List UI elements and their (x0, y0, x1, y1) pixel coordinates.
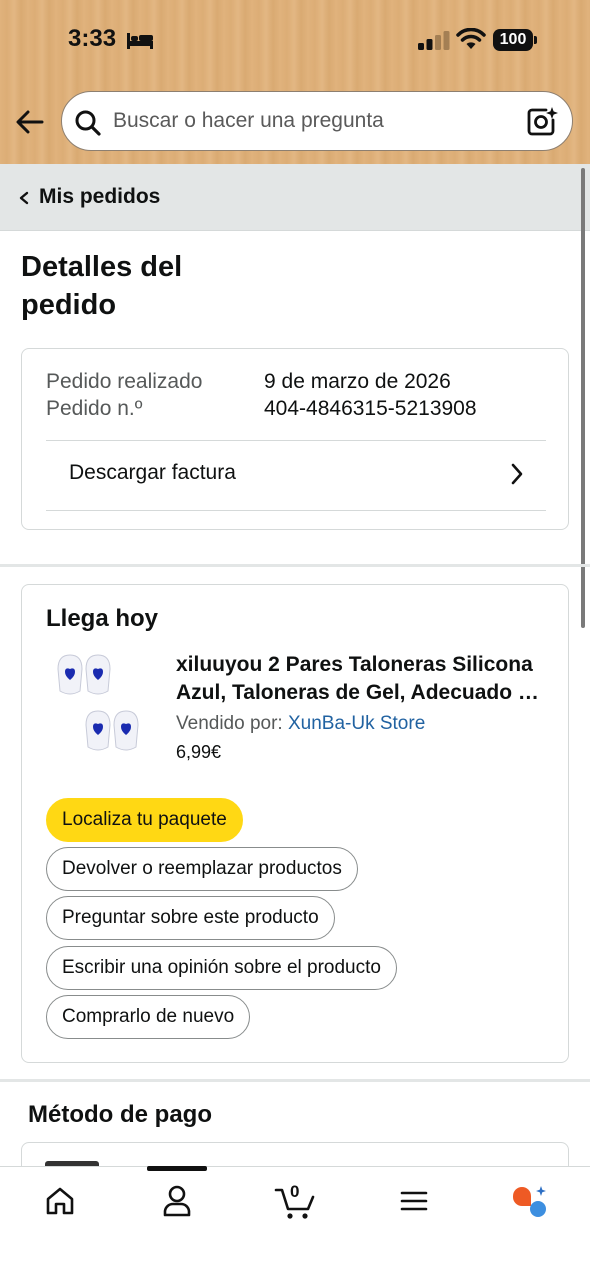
product-title-line1: xiluuyou 2 Pares Taloneras Silicona (176, 653, 533, 676)
wifi-icon (456, 28, 486, 49)
cellular-signal-icon (418, 31, 450, 50)
download-invoice-label: Descargar factura (69, 461, 236, 484)
breadcrumb-label[interactable]: Mis pedidos (39, 185, 160, 209)
bottom-navigation: 0 (0, 1166, 590, 1280)
nav-cart[interactable] (266, 1167, 326, 1237)
account-icon (163, 1185, 191, 1217)
seller-link[interactable]: XunBa-Uk Store (288, 713, 425, 734)
product-title-line2: Azul, Taloneras de Gel, Adecuado para To… (176, 681, 548, 704)
product-price: 6,99€ (176, 742, 222, 762)
search-input[interactable] (113, 106, 513, 136)
ask-product-question-button[interactable]: Preguntar sobre este producto (46, 896, 335, 940)
chevron-left-icon (19, 191, 29, 205)
scrollbar[interactable] (581, 168, 585, 628)
battery-level: 100 (493, 29, 533, 51)
product-title[interactable]: xiluuyou 2 Pares Taloneras Silicona Azul… (176, 651, 548, 707)
order-date-value: 9 de marzo de 2026 (264, 370, 451, 393)
delivery-status: Llega hoy (46, 605, 159, 632)
order-number-value: 404-4846315-5213908 (264, 397, 477, 420)
order-date-label: Pedido realizado (46, 370, 203, 393)
write-review-button[interactable]: Escribir una opinión sobre el producto (46, 946, 397, 990)
camera-search-icon[interactable] (526, 106, 558, 138)
battery-icon: 100 (493, 29, 537, 51)
order-details-screen: { "status_bar": { "time": "3:33", "batte… (0, 0, 590, 1280)
download-invoice-row[interactable]: Descargar factura (46, 441, 546, 509)
payment-method-title: Método de pago (28, 1101, 212, 1128)
order-info-card: Pedido realizado 9 de marzo de 2026 Pedi… (21, 348, 569, 530)
product-image[interactable] (52, 653, 148, 755)
search-bar[interactable] (61, 91, 573, 151)
nav-account[interactable] (147, 1167, 207, 1237)
track-package-button[interactable]: Localiza tu paquete (46, 798, 243, 842)
cart-count: 0 (290, 1182, 300, 1201)
nav-home[interactable] (30, 1167, 90, 1237)
buy-again-button[interactable]: Comprarlo de nuevo (46, 995, 251, 1039)
home-icon (46, 1187, 74, 1215)
seller-prefix: Vendido por: (176, 713, 283, 734)
chevron-right-icon (511, 463, 523, 485)
search-icon (75, 110, 101, 136)
page-title: Detalles del pedido (21, 251, 183, 321)
return-replace-button[interactable]: Devolver o reemplazar productos (46, 847, 358, 891)
section-divider (0, 1079, 590, 1082)
sleep-focus-icon (127, 33, 153, 49)
shipment-card: Llega hoy xiluuyou 2 Pares Taloneras Sil… (21, 584, 569, 1063)
status-time: 3:33 (68, 25, 117, 52)
seller-info: Vendido por: XunBa-Uk Store (176, 713, 425, 735)
top-header: 3:33 100 (0, 0, 590, 164)
rufus-assistant-icon (513, 1186, 546, 1217)
divider (46, 510, 546, 511)
back-arrow-icon[interactable] (14, 106, 46, 138)
breadcrumb[interactable]: Mis pedidos (0, 164, 590, 231)
section-divider (0, 564, 590, 567)
order-number-label: Pedido n.º (46, 397, 143, 420)
active-tab-indicator (147, 1166, 207, 1171)
heel-pad-icon (57, 654, 139, 751)
menu-icon (400, 1191, 428, 1211)
nav-rufus[interactable] (500, 1167, 560, 1237)
nav-menu[interactable] (384, 1167, 444, 1237)
